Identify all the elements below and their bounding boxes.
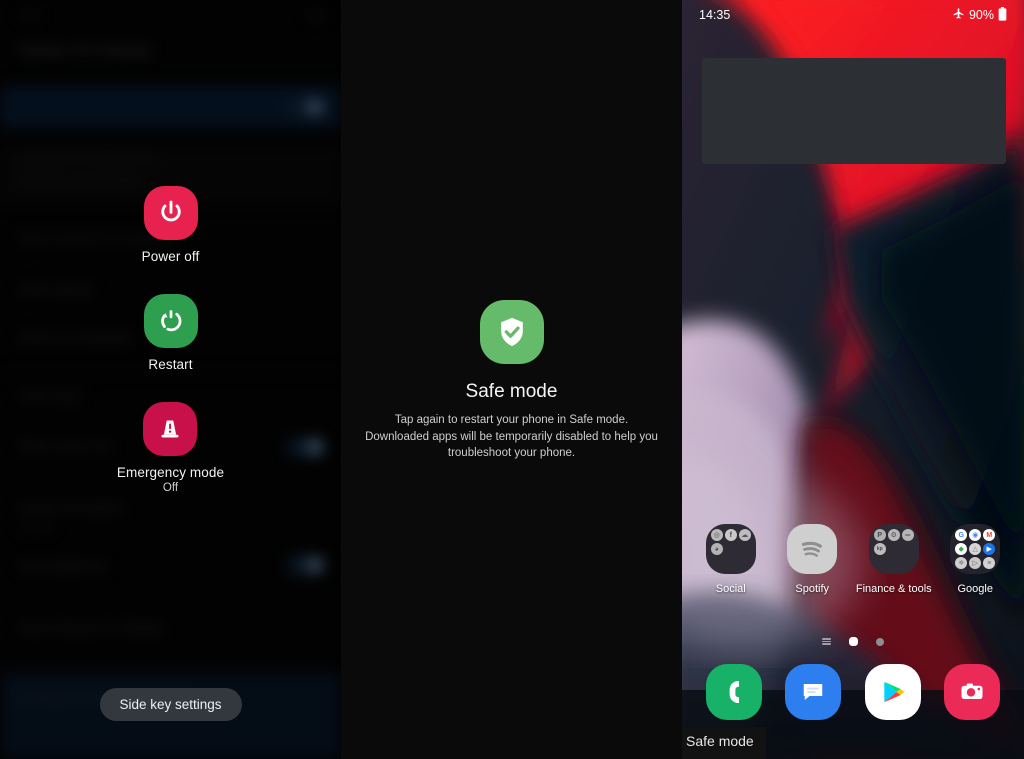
messages-icon[interactable] [785, 664, 842, 720]
photos-icon: ✵ [955, 557, 968, 569]
shield-check-icon[interactable] [479, 300, 544, 364]
safe-mode-block: Safe mode Tap again to restart your phon… [341, 300, 682, 462]
folder-google[interactable]: G ◉ M ◆ △ ▶ ✵ ▷ ≡ Google [938, 524, 1012, 595]
page-indicators [682, 637, 1024, 646]
gmail-icon: M [983, 529, 996, 541]
panel-power-menu: 3:46 90% Always On Display Looking for s… [0, 0, 341, 759]
folder-google-label: Google [957, 583, 993, 595]
folder-empty-slot [725, 543, 737, 555]
settings-icon: ⚙ [887, 529, 900, 541]
second-page-indicator[interactable] [876, 637, 884, 646]
social-folder-icon[interactable]: ◎ f ☁ ◕ [705, 524, 756, 574]
safe-mode-description: Tap again to restart your phone in Safe … [365, 414, 658, 460]
snapchat-icon: ☁ [738, 529, 751, 541]
folder-empty-slot [739, 543, 751, 555]
restart-label: Restart [148, 357, 193, 372]
reddit-icon: ◕ [710, 543, 723, 555]
folder-social-label: Social [715, 583, 746, 595]
emergency-mode-status: Off [162, 482, 179, 494]
status-bar-clock: 14:35 [699, 8, 731, 22]
safe-mode-badge: Safe mode [682, 727, 766, 759]
panel-safe-mode-dialog: Safe mode Tap again to restart your phon… [341, 0, 682, 759]
app-spotify-label: Spotify [795, 583, 830, 595]
emergency-mode-icon[interactable] [143, 402, 198, 456]
drive-icon: △ [969, 543, 982, 555]
blank-widget[interactable] [702, 58, 1006, 164]
play-movies-icon: ▷ [969, 557, 982, 569]
power-off-label: Power off [141, 249, 200, 264]
folder-social[interactable]: ◎ f ☁ ◕ Social [694, 524, 768, 595]
paypal-icon: P [873, 529, 886, 541]
dock [682, 664, 1024, 720]
keepass-icon: kp [873, 543, 886, 555]
docs-icon: ≡ [983, 557, 996, 569]
folder-finance-tools[interactable]: P ⚙ ═ kp Finance & tools [855, 524, 932, 595]
safe-mode-title: Safe mode [465, 381, 558, 402]
folder-empty-slot [902, 543, 914, 555]
facebook-icon: f [724, 529, 737, 541]
folder-empty-slot [888, 543, 900, 555]
instagram-icon: ◎ [710, 529, 723, 541]
power-off-item[interactable]: Power off [142, 186, 200, 264]
finance-tools-folder-icon[interactable]: P ⚙ ═ kp [868, 524, 919, 574]
restart-icon[interactable] [143, 294, 198, 348]
play-store-icon[interactable] [864, 664, 921, 720]
maps-icon: ◆ [955, 543, 968, 555]
app-spotify[interactable]: Spotify [775, 524, 849, 595]
folder-finance-tools-label: Finance & tools [855, 583, 932, 595]
chrome-icon: ◉ [969, 529, 982, 541]
camera-icon[interactable] [944, 664, 1001, 720]
status-bar: 14:35 90% [682, 0, 1024, 30]
restart-item[interactable]: Restart [143, 294, 198, 372]
side-key-settings-button[interactable]: Side key settings [99, 688, 242, 721]
emergency-mode-label: Emergency mode [116, 465, 225, 480]
emergency-mode-item[interactable]: Emergency mode Off [117, 402, 224, 494]
phone-icon[interactable] [705, 664, 762, 720]
bank-icon: ═ [901, 529, 914, 541]
spotify-icon[interactable] [787, 524, 838, 574]
panel-home-screen: 14:35 90% ◎ f ☁ ◕ Social Spotify P ⚙ ═ k… [682, 0, 1024, 759]
google-icon: G [955, 529, 968, 541]
power-off-icon[interactable] [143, 186, 198, 240]
google-folder-icon[interactable]: G ◉ M ◆ △ ▶ ✵ ▷ ≡ [950, 524, 1001, 574]
airplane-mode-icon [952, 7, 965, 23]
battery-icon [998, 6, 1007, 24]
power-menu-list: Power off Restart Emergency mode Off [0, 186, 341, 524]
app-list-indicator[interactable] [822, 638, 831, 645]
battery-percent-label: 90% [968, 8, 994, 22]
home-app-row: ◎ f ☁ ◕ Social Spotify P ⚙ ═ kp Finance … [682, 524, 1024, 595]
meet-icon: ▶ [983, 543, 996, 555]
home-page-indicator[interactable] [849, 637, 858, 646]
